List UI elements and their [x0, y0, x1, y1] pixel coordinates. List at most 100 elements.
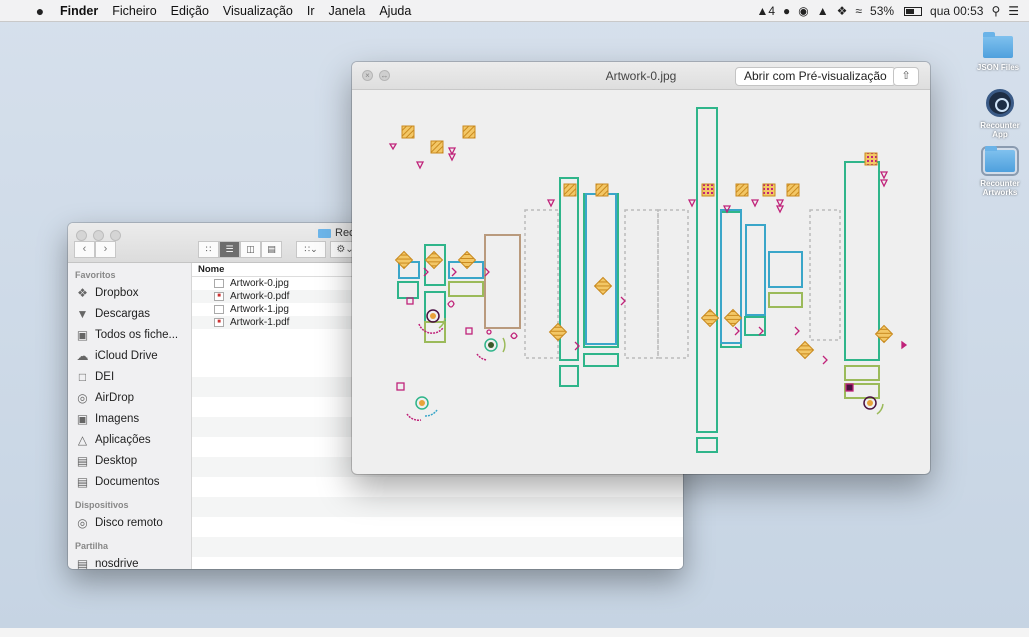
- blue-bars: [398, 193, 803, 345]
- close-button[interactable]: [76, 230, 87, 241]
- sidebar-item-nosdrive[interactable]: ▤ nosdrive: [68, 553, 191, 570]
- sidebar-item-label: iCloud Drive: [95, 349, 158, 362]
- file-name: Artwork-0.pdf: [230, 291, 290, 302]
- nav-buttons: ‹ ›: [74, 241, 116, 258]
- artwork-drawing: [388, 107, 908, 453]
- minimize-button[interactable]: [93, 230, 104, 241]
- sidebar-item-aplicacoes[interactable]: △ Aplicações: [68, 429, 191, 450]
- pdf-file-icon: ■: [214, 292, 224, 301]
- desktop-icon-recounter-artworks[interactable]: Recounter Artworks: [972, 146, 1028, 197]
- evernote-icon[interactable]: ●: [783, 4, 790, 18]
- menu-bar: ● Finder Ficheiro Edição Visualização Ir…: [0, 0, 1029, 22]
- sidebar-item-label: AirDrop: [95, 391, 134, 404]
- sidebar-item-airdrop[interactable]: ◎ AirDrop: [68, 387, 191, 408]
- file-name: Artwork-1.pdf: [230, 317, 290, 328]
- list-view-button[interactable]: ☰: [219, 241, 240, 258]
- menu-janela[interactable]: Janela: [329, 4, 366, 18]
- recounter-app-icon: [986, 89, 1014, 117]
- sidebar-item-icloud[interactable]: ☁ iCloud Drive: [68, 345, 191, 366]
- quicklook-window: × ↔ Artwork-0.jpg Abrir com Pré-visualiz…: [352, 62, 930, 474]
- sidebar-item-remote-disc[interactable]: ◎ Disco remoto: [68, 512, 191, 533]
- sidebar-item-label: Descargas: [95, 307, 150, 320]
- server-icon: ▤: [76, 556, 89, 570]
- menu-ajuda[interactable]: Ajuda: [379, 4, 411, 18]
- wifi-icon[interactable]: ≈: [855, 4, 862, 18]
- menu-visualizacao[interactable]: Visualização: [223, 4, 293, 18]
- menu-app-finder[interactable]: Finder: [60, 4, 98, 18]
- sidebar-item-label: Aplicações: [95, 433, 151, 446]
- sidebar-item-label: DEI: [95, 370, 115, 383]
- image-file-icon: [214, 305, 224, 314]
- airport-icon[interactable]: ▲: [817, 4, 829, 18]
- coverflow-view-button[interactable]: ▤: [261, 241, 282, 258]
- all-files-icon: ▣: [76, 327, 89, 342]
- column-view-button[interactable]: ◫: [240, 241, 261, 258]
- sidebar-item-desktop[interactable]: ▤ Desktop: [68, 450, 191, 471]
- sidebar-item-dropbox[interactable]: ❖ Dropbox: [68, 282, 191, 303]
- image-file-icon: [214, 279, 224, 288]
- sync-icon[interactable]: ◉: [798, 4, 808, 18]
- dropbox-icon: ❖: [77, 285, 88, 300]
- sidebar-item-label: Imagens: [95, 412, 140, 425]
- view-buttons: ∷ ☰ ◫ ▤: [198, 241, 282, 258]
- dashed-guides: [524, 209, 841, 359]
- status-area: ▲4 ● ◉ ▲ ❖ ≈ 53% qua 00:53 ⚲ ☰: [756, 0, 1019, 22]
- clock[interactable]: qua 00:53: [930, 4, 983, 18]
- file-name: Artwork-1.jpg: [230, 304, 289, 315]
- folder-icon: [983, 32, 1013, 58]
- file-name: Artwork-0.jpg: [230, 278, 289, 289]
- folder-icon: □: [78, 369, 87, 384]
- sidebar-item-label: Todos os fiche...: [95, 328, 179, 341]
- notification-center-icon[interactable]: ☰: [1008, 4, 1019, 18]
- zoom-button[interactable]: [110, 230, 121, 241]
- sidebar-item-imagens[interactable]: ▣ Imagens: [68, 408, 191, 429]
- applications-icon: △: [77, 432, 88, 447]
- window-controls: [76, 230, 121, 241]
- desktop-icon: ▤: [76, 453, 89, 468]
- sidebar-item-label: Dropbox: [95, 286, 139, 299]
- dropbox-icon[interactable]: ❖: [837, 4, 848, 18]
- menu-ficheiro[interactable]: Ficheiro: [112, 4, 156, 18]
- document-icon: ▤: [76, 474, 89, 489]
- share-icon[interactable]: ⇧: [893, 67, 919, 86]
- forward-button[interactable]: ›: [95, 241, 116, 258]
- sidebar-heading-shared: Partilha: [75, 541, 109, 551]
- orange-markers: [394, 125, 894, 360]
- artwork-image: [355, 92, 927, 472]
- disc-icon: ◎: [77, 515, 88, 530]
- apple-menu-icon[interactable]: ●: [32, 3, 48, 19]
- sidebar-item-label: Disco remoto: [95, 516, 163, 529]
- sidebar-item-dei[interactable]: □ DEI: [68, 366, 191, 387]
- folder-icon: [981, 146, 1019, 176]
- airdrop-icon: ◎: [77, 390, 88, 405]
- screen-bottom-edge: [0, 628, 1029, 637]
- arrange-button[interactable]: ∷⌄: [296, 241, 326, 258]
- desktop-icon-label: Recounter App: [980, 121, 1020, 139]
- finder-title: Rec: [318, 227, 355, 239]
- icon-view-button[interactable]: ∷: [198, 241, 219, 258]
- quicklook-titlebar[interactable]: × ↔ Artwork-0.jpg Abrir com Pré-visualiz…: [352, 62, 930, 90]
- finder-sidebar: Favoritos ❖ Dropbox ▼ Descargas ▣ Todos os …: [68, 263, 192, 569]
- battery-icon[interactable]: [904, 6, 923, 16]
- battery-percent[interactable]: 53%: [870, 4, 894, 18]
- adobe-count: 4: [768, 4, 776, 18]
- sidebar-item-documentos[interactable]: ▤ Documentos: [68, 471, 191, 492]
- desktop-icon-recounter-app[interactable]: Recounter App: [972, 89, 1028, 139]
- desktop-icon-label: Recounter Artworks: [980, 179, 1020, 197]
- spotlight-icon[interactable]: ⚲: [991, 4, 1000, 18]
- sidebar-item-label: Desktop: [95, 454, 138, 467]
- adobe-icon[interactable]: ▲4: [756, 4, 775, 18]
- back-button[interactable]: ‹: [74, 241, 95, 258]
- teal-bars: [397, 107, 880, 453]
- sidebar-item-label: Documentos: [95, 475, 160, 488]
- camera-icon: ▣: [76, 411, 89, 426]
- open-with-preview-button[interactable]: Abrir com Pré-visualização: [735, 67, 896, 86]
- desktop-icon-json-files[interactable]: JSON Files: [970, 32, 1026, 72]
- sidebar-item-all-files[interactable]: ▣ Todos os fiche...: [68, 324, 191, 345]
- desktop-icon-label: JSON Files: [976, 63, 1020, 72]
- folder-icon: [318, 228, 331, 238]
- pdf-file-icon: ■: [214, 318, 224, 327]
- sidebar-item-descargas[interactable]: ▼ Descargas: [68, 303, 191, 324]
- menu-edicao[interactable]: Edição: [171, 4, 209, 18]
- menu-ir[interactable]: Ir: [307, 4, 315, 18]
